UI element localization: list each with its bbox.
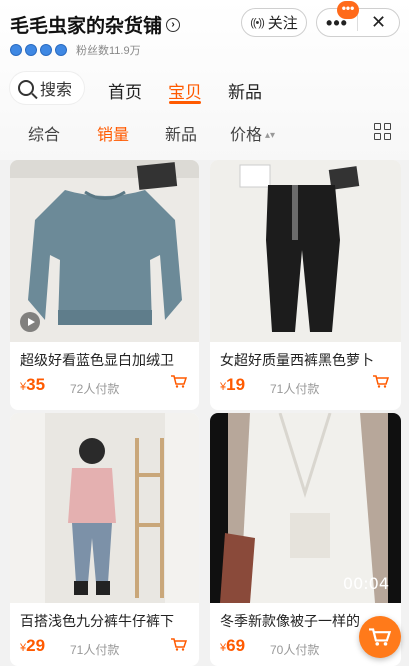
rating-diamond-icon [10,44,22,56]
product-image: 00:04 [210,413,401,603]
message-badge: ••• [337,1,359,19]
product-sales-count: 72人付款 [70,382,120,396]
sort-price-label: 价格 [230,127,263,144]
floating-cart-button[interactable] [359,616,401,658]
video-duration: 00:04 [342,574,389,593]
broadcast-icon: ((•)) [250,16,264,29]
rating-diamond-icon [40,44,52,56]
product-sales-count: 70人付款 [270,643,320,657]
search-button[interactable]: 搜索 [10,72,84,104]
product-card[interactable]: 女超好质量西裤黑色萝卜 ¥19 71人付款 [210,160,401,410]
sort-arrows-icon: ▴▾ [265,130,276,141]
tab-new[interactable]: 新品 [228,78,262,103]
product-price: ¥19 [220,375,246,394]
sort-overall[interactable]: 综合 [28,121,60,145]
product-price: ¥69 [220,636,246,655]
chevron-right-icon: › [166,17,181,32]
tab-products[interactable]: 宝贝 [168,78,202,103]
grid-view-icon[interactable] [374,123,391,140]
product-image [210,160,401,342]
close-button[interactable]: ✕ [358,12,399,33]
cart-icon[interactable] [171,638,187,651]
shop-header: 毛毛虫家的杂货铺 › 粉丝数11.9万 ((•)) 关注 ••• ✕ ••• 搜… [0,0,409,160]
product-sales-count: 71人付款 [270,382,320,396]
product-image [10,413,199,603]
sort-price[interactable]: 价格 ▴▾ [230,121,275,145]
rating-diamond-icon [25,44,37,56]
search-icon [18,80,34,96]
follow-label: 关注 [267,15,298,32]
rating-diamond-icon [55,44,67,56]
shop-name: 毛毛虫家的杂货铺 [10,16,163,37]
product-name: 百搭浅色九分裤牛仔裤下 [20,613,174,629]
active-tab-indicator [169,101,201,104]
product-card[interactable]: 百搭浅色九分裤牛仔裤下 ¥29 71人付款 [10,413,199,666]
fans-count: 粉丝数11.9万 [76,45,141,57]
search-label: 搜索 [40,82,73,99]
shop-rating: 粉丝数11.9万 [10,42,141,58]
cart-icon[interactable] [373,375,389,388]
cart-icon [369,628,391,646]
product-name: 女超好质量西裤黑色萝卜 [220,352,374,368]
product-card[interactable]: 超级好看蓝色显白加绒卫 ¥35 72人付款 [10,160,199,410]
sort-sales[interactable]: 销量 [97,121,129,145]
product-price: ¥35 [20,375,46,394]
play-icon[interactable] [20,312,40,332]
cart-icon[interactable] [171,375,187,388]
product-image [10,160,199,342]
product-sales-count: 71人付款 [70,643,120,657]
product-price: ¥29 [20,636,46,655]
tab-home[interactable]: 首页 [108,78,142,103]
product-name: 超级好看蓝色显白加绒卫 [20,352,174,368]
follow-button[interactable]: ((•)) 关注 [241,8,307,37]
shop-title[interactable]: 毛毛虫家的杂货铺 › [10,11,181,38]
sort-new[interactable]: 新品 [165,121,197,145]
